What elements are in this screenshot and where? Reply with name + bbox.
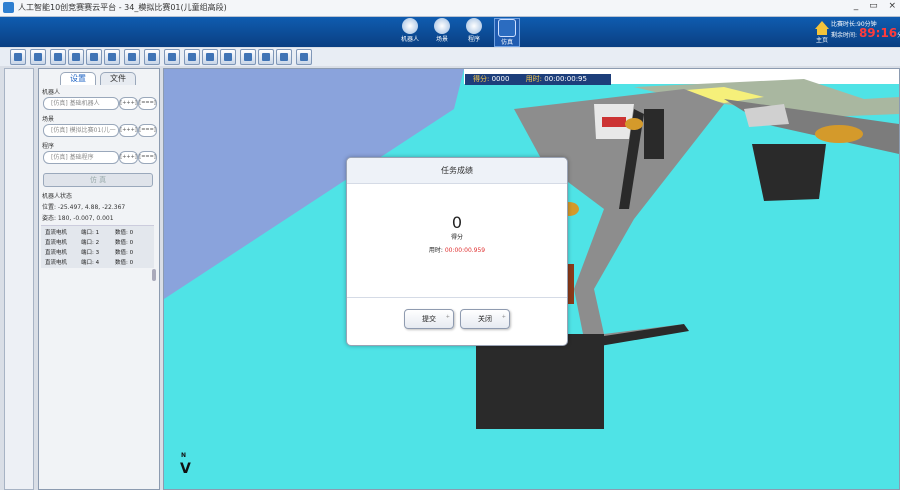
program-list-button[interactable]: [===] bbox=[138, 151, 157, 164]
settings-panel: 设置 文件 机器人 [仿真] 基础机器人 [+++] [===] 场景 [仿真]… bbox=[38, 68, 160, 490]
list-item: 直流电机 端口: 1 数值: 0 bbox=[45, 230, 134, 236]
motor-list: 直流电机 端口: 1 数值: 0 直流电机 端口: 2 数值: 0 直流电机 端口: 3数… bbox=[41, 225, 154, 268]
rotate-icon[interactable] bbox=[258, 49, 274, 65]
program-icon bbox=[466, 18, 482, 34]
panel-icon[interactable] bbox=[220, 49, 236, 65]
play-icon[interactable] bbox=[68, 49, 84, 65]
simulation-icon bbox=[498, 19, 516, 37]
image-icon[interactable] bbox=[144, 49, 160, 65]
minimize-button[interactable]: _ bbox=[854, 1, 859, 11]
program-select[interactable]: [仿真] 基础程序 bbox=[43, 151, 119, 164]
object-icon[interactable] bbox=[124, 49, 140, 65]
dialog-title: 任务成绩 bbox=[347, 158, 567, 184]
home-icon bbox=[815, 21, 829, 29]
mode-switcher: 机器人 场景 程序 仿真 bbox=[398, 18, 520, 47]
score-value: 0000 bbox=[491, 75, 510, 83]
toolbar bbox=[0, 48, 900, 66]
dialog-footer-divider bbox=[347, 297, 567, 298]
list-item: 直流电机 端口: 3 数值: 0 bbox=[45, 250, 134, 256]
tool-icon[interactable] bbox=[240, 49, 256, 65]
robot-attitude: 姿态: 180, -0.007, 0.001 bbox=[42, 215, 114, 222]
close-button[interactable]: 关闭 + bbox=[460, 309, 510, 329]
program-add-button[interactable]: [+++] bbox=[119, 151, 138, 164]
time-value: 00:00:00:95 bbox=[544, 75, 587, 83]
save-icon[interactable] bbox=[30, 49, 46, 65]
score-time-bar: 得分: 0000 用时: 00:00:00:95 bbox=[465, 74, 611, 85]
new-icon[interactable] bbox=[10, 49, 26, 65]
eye-icon[interactable] bbox=[276, 49, 292, 65]
scene-list-button[interactable]: [===] bbox=[138, 124, 157, 137]
list-item: 直流电机 端口: 4 数值: 0 bbox=[45, 260, 134, 266]
close-window-button[interactable]: × bbox=[888, 1, 896, 11]
program-section-label: 程序 bbox=[42, 143, 55, 150]
timer-display: 比赛时长:90分钟 剩余时间: 89:16分钟 bbox=[831, 21, 900, 40]
window-title: 人工智能10创竞赛赛云平台 - 34_模拟比赛01(儿童组高段) bbox=[18, 3, 227, 12]
calendar-icon[interactable] bbox=[164, 49, 180, 65]
scene-add-button[interactable]: [+++] bbox=[119, 124, 138, 137]
pen-icon[interactable] bbox=[104, 49, 120, 65]
simulate-button[interactable]: 仿 真 bbox=[43, 173, 153, 187]
binoculars-icon[interactable] bbox=[86, 49, 102, 65]
dialog-score: 0 bbox=[451, 213, 463, 232]
remaining-time: 89:16 bbox=[858, 26, 898, 40]
robot-status-title: 机器人状态 bbox=[42, 193, 73, 200]
panel-collapse-handle[interactable] bbox=[152, 269, 156, 281]
mode-scene[interactable]: 场景 bbox=[430, 18, 454, 47]
mode-bar: 机器人 场景 程序 仿真 主页 比赛时长:90分钟 剩余时间: 89:16分钟 bbox=[0, 17, 900, 47]
dialog-score-label: 得分 bbox=[450, 234, 463, 241]
app-icon bbox=[3, 2, 14, 13]
mode-robot[interactable]: 机器人 bbox=[398, 18, 422, 47]
robot-position: 位置: -25.497, 4.88, -22.367 bbox=[42, 204, 126, 211]
robot-icon bbox=[402, 18, 418, 34]
submit-button[interactable]: 提交 + bbox=[404, 309, 454, 329]
settings-icon[interactable] bbox=[296, 49, 312, 65]
robot-add-button[interactable]: [+++] bbox=[119, 97, 138, 110]
maximize-button[interactable]: ▭ bbox=[869, 1, 878, 11]
compass-icon: NV bbox=[180, 452, 191, 477]
dialog-time: 用时: 00:00:00.959 bbox=[428, 247, 486, 254]
window-titlebar: 人工智能10创竞赛赛云平台 - 34_模拟比赛01(儿童组高段) _ ▭ × bbox=[0, 0, 900, 17]
robot-list-button[interactable]: [===] bbox=[138, 97, 157, 110]
print-icon[interactable] bbox=[50, 49, 66, 65]
left-dock-strip bbox=[4, 68, 34, 490]
mode-simulation[interactable]: 仿真 bbox=[494, 18, 520, 47]
robot-section-label: 机器人 bbox=[42, 89, 61, 96]
home-button[interactable]: 主页 bbox=[814, 21, 830, 44]
result-dialog: 任务成绩 0 得分 用时: 00:00:00.959 提交 + 关闭 + bbox=[346, 157, 568, 346]
scene-select[interactable]: [仿真] 模拟比赛01(儿一 bbox=[43, 124, 119, 137]
list-item: 直流电机 端口: 2 数值: 0 bbox=[45, 240, 134, 246]
leaf-icon[interactable] bbox=[184, 49, 200, 65]
person-icon[interactable] bbox=[202, 49, 218, 65]
home-label: 主页 bbox=[815, 37, 828, 44]
scene-icon bbox=[434, 18, 450, 34]
robot-select[interactable]: [仿真] 基础机器人 bbox=[43, 97, 119, 110]
scene-section-label: 场景 bbox=[42, 116, 55, 123]
tab-settings[interactable]: 设置 bbox=[60, 72, 96, 85]
tab-files[interactable]: 文件 bbox=[100, 72, 136, 85]
window-controls: _ ▭ × bbox=[846, 1, 896, 11]
mode-program[interactable]: 程序 bbox=[462, 18, 486, 47]
